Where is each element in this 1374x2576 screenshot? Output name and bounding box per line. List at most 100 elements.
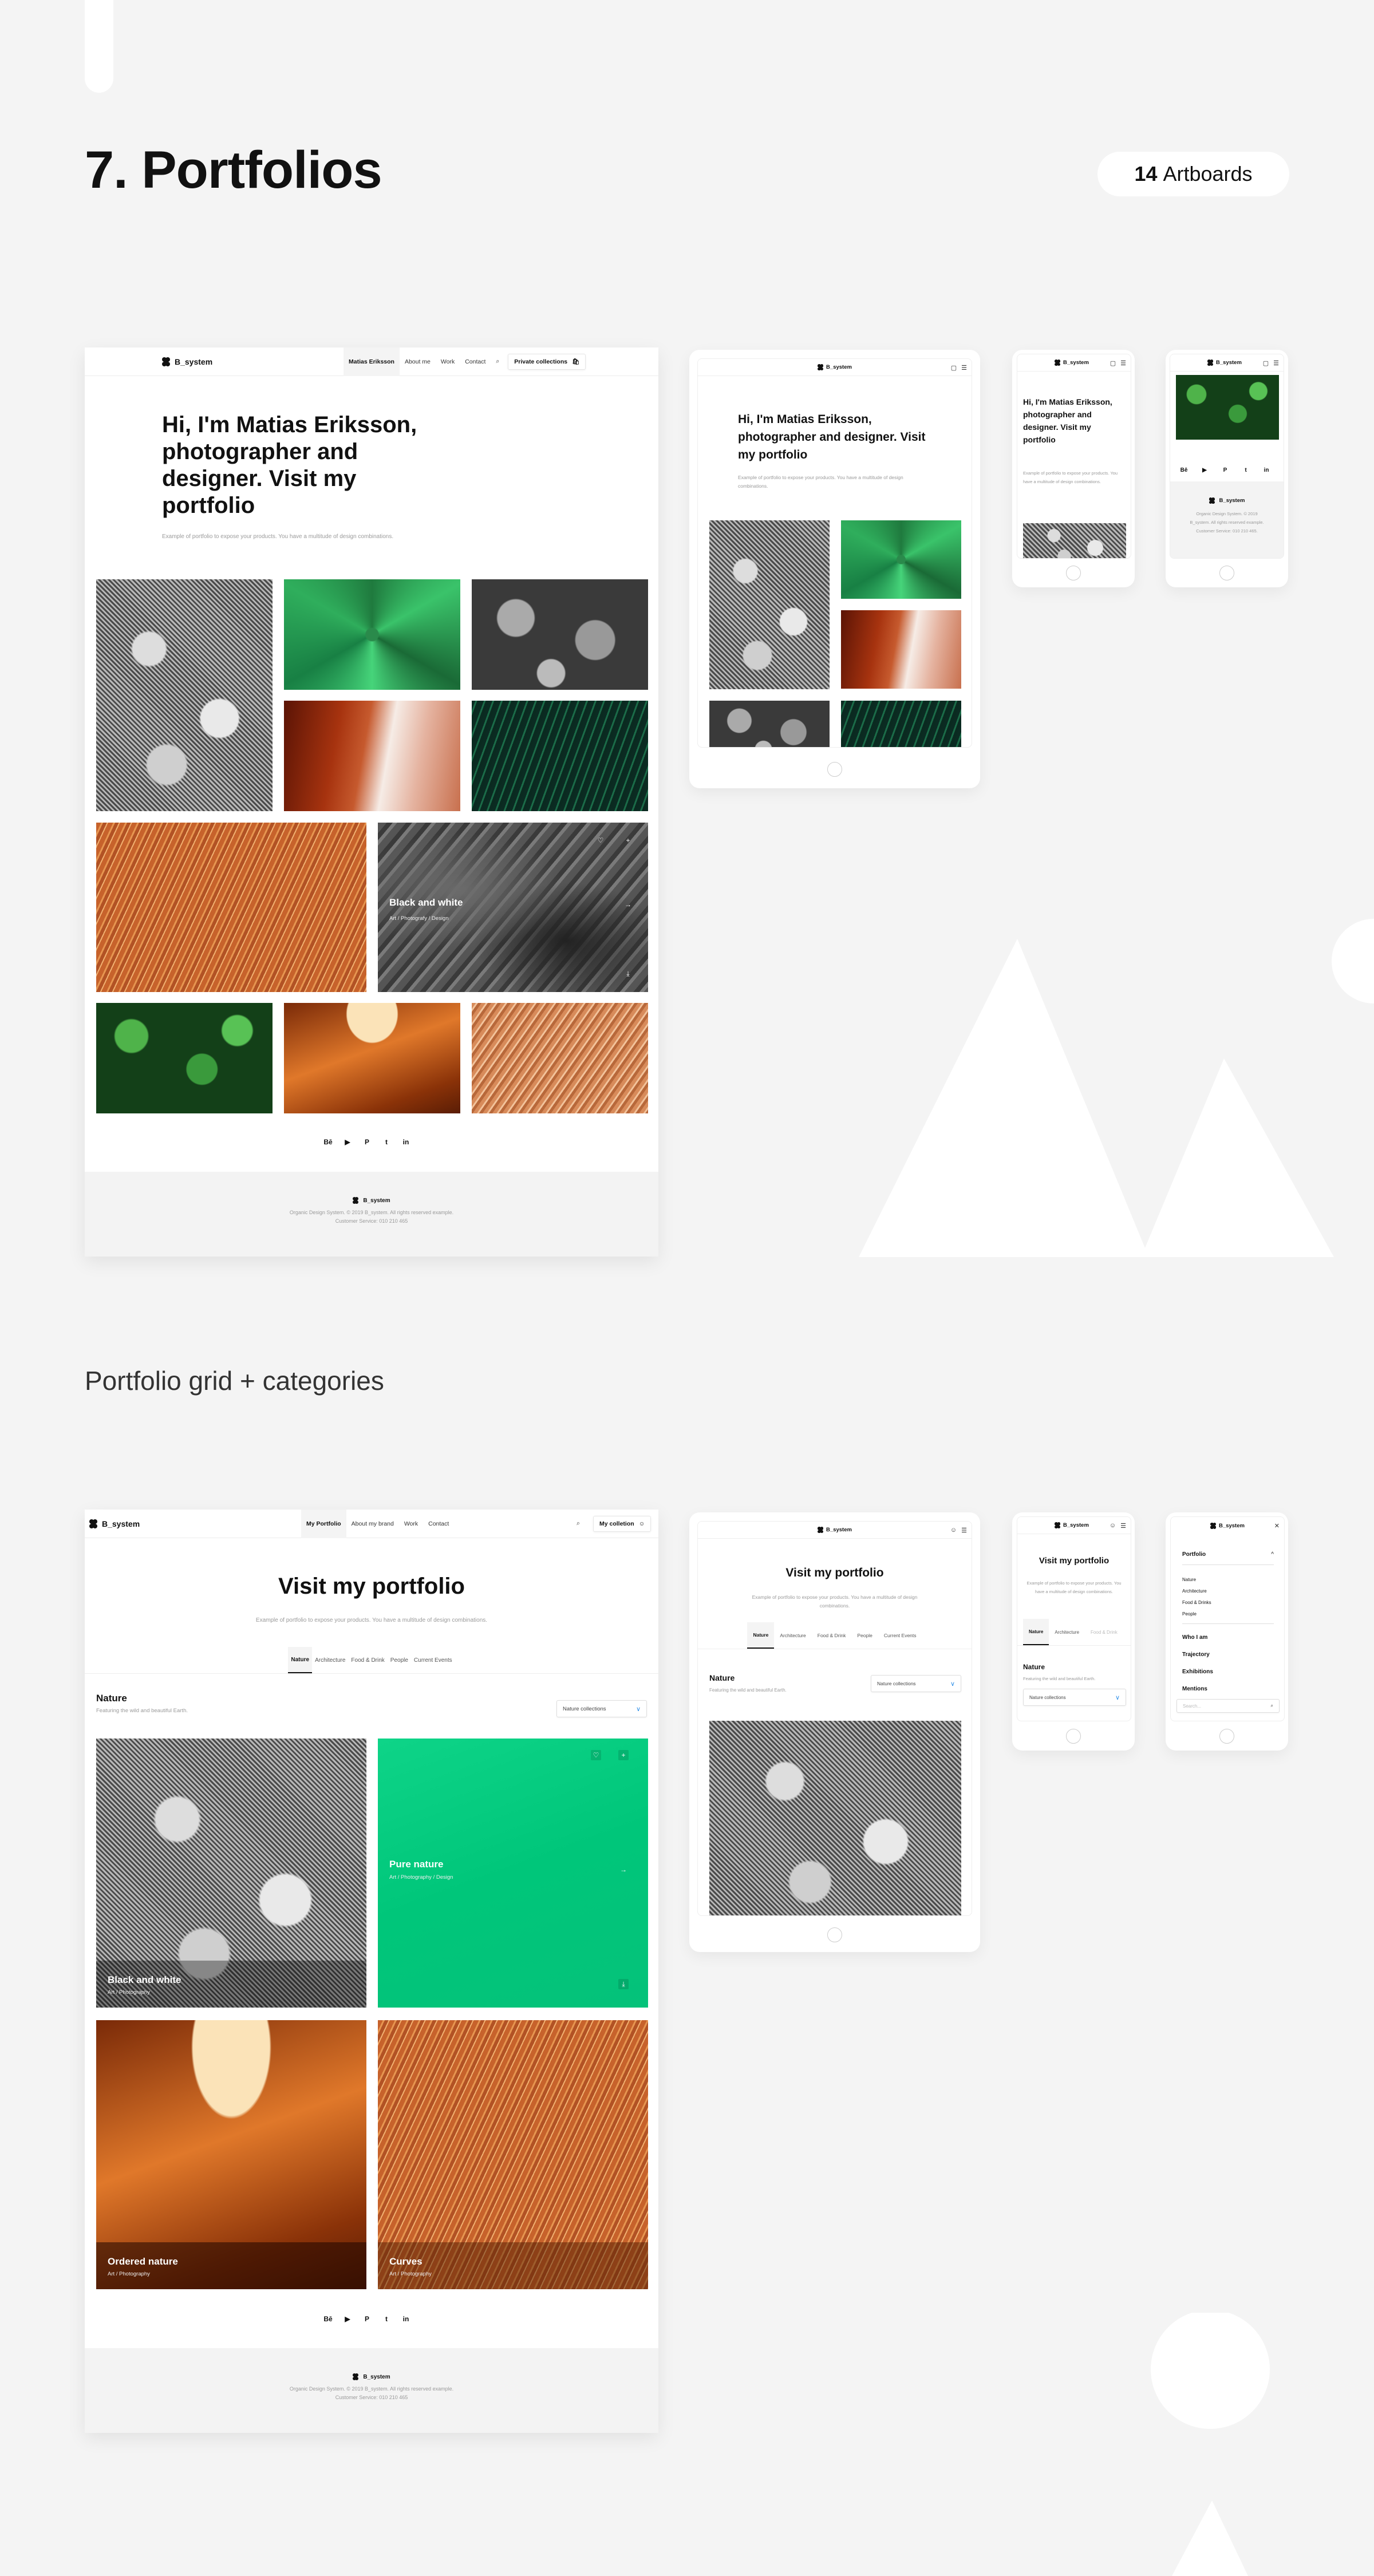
youtube-icon[interactable]: ▶ [344, 1137, 352, 1147]
linkedin-icon[interactable]: in [1262, 465, 1270, 475]
image-red-canyon[interactable] [841, 610, 961, 689]
twitter-icon[interactable]: t [1242, 465, 1250, 475]
brand-logo[interactable]: B_system [818, 364, 852, 370]
twitter-icon[interactable]: t [382, 1137, 390, 1147]
portfolio-card[interactable]: Black and white Art / Photography [96, 1739, 366, 2008]
image-bw-leaves[interactable] [1023, 523, 1126, 558]
tab-people[interactable]: People [851, 1622, 878, 1649]
arrow-right-icon[interactable]: → [623, 899, 633, 910]
home-button[interactable] [1066, 566, 1081, 580]
image-green-plant[interactable] [96, 1003, 273, 1113]
collections-select[interactable]: Nature collections ∨ [871, 1675, 961, 1692]
home-button[interactable] [827, 762, 842, 777]
brand-logo[interactable]: B_system [1210, 1522, 1245, 1529]
nav-item-my-portfolio[interactable]: My Portfolio [301, 1509, 346, 1538]
twitter-icon[interactable]: t [382, 2314, 390, 2324]
user-icon[interactable]: ☺ [950, 1527, 957, 1534]
brand-logo[interactable]: B_system [1055, 1522, 1089, 1528]
brand-logo[interactable]: B_system [162, 357, 212, 366]
menu-subitem-architecture[interactable]: Architecture [1182, 1586, 1211, 1597]
nav-item-matias-eriksson[interactable]: Matias Eriksson [344, 347, 400, 376]
tab-current-events[interactable]: Current Events [878, 1622, 922, 1649]
tab-food-drink[interactable]: Food & Drink [812, 1622, 852, 1649]
nav-item-contact[interactable]: Contact [460, 347, 491, 376]
behance-icon[interactable]: Bē [323, 2314, 332, 2324]
pinterest-icon[interactable]: P [363, 1137, 371, 1147]
nav-item-about[interactable]: About me [400, 347, 436, 376]
menu-item-who-i-am[interactable]: Who I am [1182, 1629, 1213, 1646]
menu-item-trajectory[interactable]: Trajectory [1182, 1646, 1213, 1664]
portfolio-card[interactable]: Ordered nature Art / Photography [96, 2020, 366, 2289]
tab-people[interactable]: People [388, 1647, 411, 1673]
menu-section-portfolio[interactable]: Portfolio ^ [1182, 1551, 1274, 1565]
heart-icon[interactable]: ♡ [595, 835, 606, 846]
image-orange-waves-2[interactable] [472, 1003, 648, 1113]
plus-icon[interactable]: + [618, 1750, 629, 1760]
arrow-right-icon[interactable]: → [618, 1864, 629, 1875]
collections-select[interactable]: Nature collections ∨ [1023, 1689, 1126, 1706]
tab-architecture[interactable]: Architecture [312, 1647, 348, 1673]
shopping-bag-icon[interactable]: ▢ [1263, 359, 1269, 367]
image-green-agave[interactable] [841, 520, 961, 599]
behance-icon[interactable]: Bē [323, 1137, 332, 1147]
tab-nature[interactable]: Nature [288, 1647, 313, 1673]
footer-logo[interactable]: B_system [1170, 497, 1284, 504]
menu-icon[interactable]: ☰ [1273, 359, 1279, 367]
image-green-agave[interactable] [284, 579, 460, 690]
image-green-plant[interactable] [1176, 375, 1279, 440]
portfolio-card-featured[interactable]: ♡ + Pure nature Art / Photography / Desi… [378, 1739, 648, 2008]
brand-logo[interactable]: B_system [89, 1519, 140, 1528]
menu-icon[interactable]: ☰ [961, 1527, 967, 1534]
home-button[interactable] [1219, 566, 1234, 580]
private-collections-button[interactable]: Private collections 🛍︎ [508, 353, 586, 370]
tab-food-drink[interactable]: Food & Drink [348, 1647, 387, 1673]
menu-subitem-nature[interactable]: Nature [1182, 1574, 1211, 1586]
menu-icon[interactable]: ☰ [1120, 359, 1126, 367]
image-bw-leaves[interactable] [709, 520, 830, 689]
image-orange-canyon[interactable] [284, 1003, 460, 1113]
menu-item-exhibitions[interactable]: Exhibitions [1182, 1664, 1213, 1681]
image-palm-leaf[interactable] [841, 701, 961, 747]
tab-architecture[interactable]: Architecture [774, 1622, 811, 1649]
image-bw-oak-leaves[interactable] [709, 701, 830, 747]
plus-icon[interactable]: + [623, 835, 633, 846]
search-input[interactable]: Search... ⌕ [1176, 1699, 1280, 1713]
my-collection-button[interactable]: My colletion ☺ [593, 1515, 652, 1532]
pinterest-icon[interactable]: P [1221, 465, 1229, 475]
menu-icon[interactable]: ☰ [961, 364, 967, 372]
pinterest-icon[interactable]: P [363, 2314, 371, 2324]
tab-current-events[interactable]: Current Events [411, 1647, 455, 1673]
brand-logo[interactable]: B_system [1055, 359, 1089, 366]
portfolio-card[interactable]: Curves Art / Photography [378, 2020, 648, 2289]
image-orange-waves[interactable] [96, 823, 366, 992]
menu-item-mentions[interactable]: Mentions [1182, 1681, 1213, 1698]
image-red-canyon[interactable] [284, 701, 460, 811]
home-button[interactable] [827, 1927, 842, 1942]
image-bw-oak-leaves[interactable] [472, 579, 648, 690]
menu-icon[interactable]: ☰ [1120, 1522, 1126, 1530]
youtube-icon[interactable]: ▶ [344, 2314, 352, 2324]
download-icon[interactable]: ⤓ [623, 969, 633, 979]
menu-subitem-people[interactable]: People [1182, 1609, 1211, 1620]
search-icon[interactable]: ⌕ [571, 1510, 585, 1538]
download-icon[interactable]: ⤓ [618, 1979, 629, 1989]
collections-select[interactable]: Nature collections ∨ [556, 1700, 647, 1717]
tab-nature[interactable]: Nature [1023, 1619, 1049, 1645]
heart-icon[interactable]: ♡ [591, 1750, 601, 1760]
close-icon[interactable]: ✕ [1274, 1522, 1280, 1530]
footer-logo[interactable]: B_system [85, 1197, 658, 1204]
image-bw-leaves[interactable] [709, 1721, 961, 1915]
tab-food-drink[interactable]: Food & Drink [1085, 1619, 1123, 1645]
featured-card[interactable]: Black and white Art / Photografy / Desig… [378, 823, 648, 992]
home-button[interactable] [1219, 1729, 1234, 1744]
shopping-bag-icon[interactable]: ▢ [1110, 359, 1116, 367]
menu-subitem-food-drinks[interactable]: Food & Drinks [1182, 1597, 1211, 1609]
youtube-icon[interactable]: ▶ [1201, 465, 1209, 475]
search-icon[interactable]: ⌕ [491, 347, 504, 376]
user-icon[interactable]: ☺ [1110, 1522, 1116, 1529]
nav-item-work[interactable]: Work [399, 1510, 423, 1538]
linkedin-icon[interactable]: in [402, 1137, 410, 1147]
nav-item-work[interactable]: Work [436, 347, 460, 376]
linkedin-icon[interactable]: in [402, 2314, 410, 2324]
home-button[interactable] [1066, 1729, 1081, 1744]
